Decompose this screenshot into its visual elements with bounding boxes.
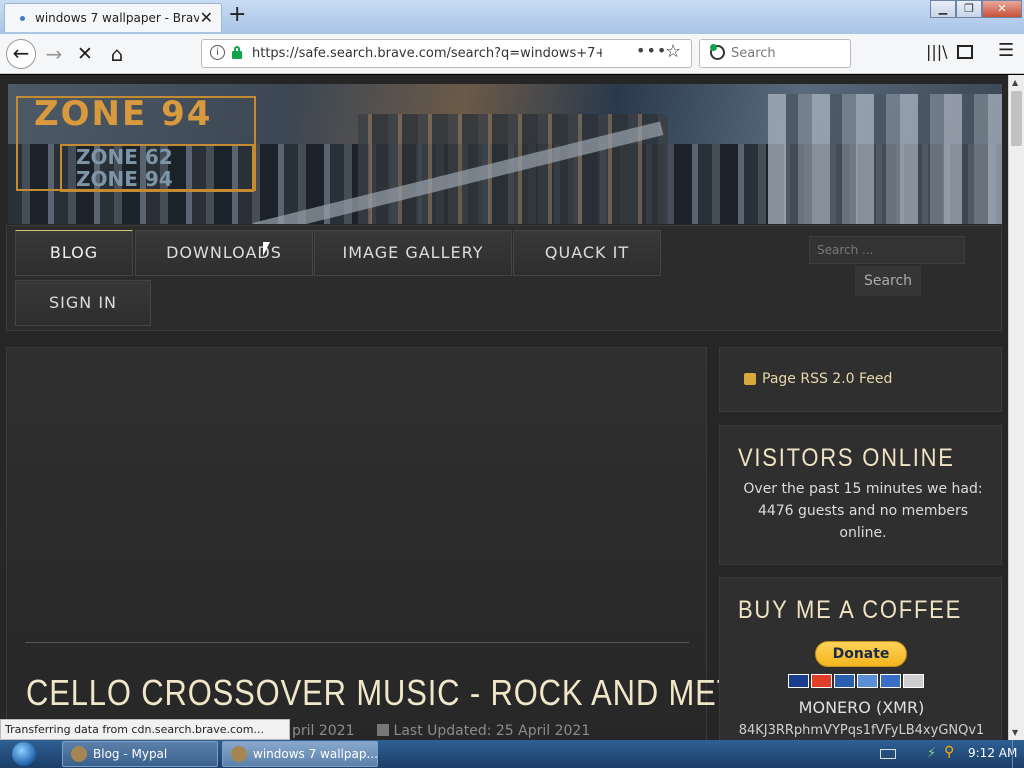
taskbar-item-label: Blog - Mypal [93,747,168,761]
title-bar: windows 7 wallpaper - Brave Se ✕ + ▁ ❐ ✕ [0,0,1024,34]
search-engine-icon [710,44,725,60]
minimize-button[interactable]: ▁ [930,0,956,18]
home-button[interactable]: ⌂ [103,40,131,68]
nav-quack-it[interactable]: QUACK IT [513,230,661,276]
nav-downloads[interactable]: DOWNLOADS [135,230,313,276]
divider [25,642,689,643]
library-icon[interactable]: |||\ [926,42,948,61]
scroll-up-icon[interactable]: ▲ [1012,78,1018,87]
search-tray-icon[interactable]: ⚲ [944,744,954,760]
new-tab-button[interactable]: + [228,2,246,27]
navigation-toolbar: ← → ✕ ⌂ i https://safe.search.brave.com/… [0,34,1024,74]
article-meta: pril 2021 Last Updated: 25 April 2021 [292,723,590,739]
status-bar: Transferring data from cdn.search.brave.… [0,719,290,740]
mypal-icon [71,746,87,762]
monero-label: MONERO (XMR) [798,698,925,717]
taskbar-item-wallpaper[interactable]: windows 7 wallpap... [222,741,378,767]
page-actions-icon[interactable]: ••• [636,41,667,60]
tab-close-icon[interactable]: ✕ [200,8,213,27]
bookmark-star-icon[interactable]: ☆ [665,41,681,62]
menu-icon[interactable]: ☰ [998,40,1014,61]
page-viewport: ZONE 94 ZONE 62 ZONE 94 BLOG DOWNLOADS I… [0,75,1008,740]
monero-address[interactable]: 84KJ3RRphmVYPqs1fVFyLB4xyGNQv1 [720,723,1003,738]
rss-widget: Page RSS 2.0 Feed [719,347,1002,412]
coffee-heading: BUY ME A COFFEE [738,596,963,624]
site-navigation: BLOG DOWNLOADS IMAGE GALLERY QUACK IT SI… [6,225,1002,331]
payment-cards-icon [788,673,926,688]
banner-towers [768,94,1002,224]
article-panel: CELLO CROSSOVER MUSIC - ROCK AND METAL p… [6,347,773,740]
site-banner: ZONE 94 ZONE 62 ZONE 94 [8,84,1002,224]
article-title[interactable]: CELLO CROSSOVER MUSIC - ROCK AND METAL [26,672,774,714]
sidebar-icon[interactable] [957,45,973,59]
nav-blog[interactable]: BLOG [15,230,133,276]
keyboard-icon[interactable] [880,749,896,759]
show-desktop-button[interactable] [1012,740,1024,768]
site-search-input[interactable]: Search ... [809,236,965,264]
nav-sign-in[interactable]: SIGN IN [15,280,151,326]
network-icon[interactable]: ⚡ [927,746,936,761]
maximize-button[interactable]: ❐ [956,0,982,18]
donate-button[interactable]: Donate [815,641,907,667]
last-updated: Last Updated: 25 April 2021 [393,723,591,739]
clock[interactable]: 9:12 AM [968,746,1017,760]
url-text[interactable]: https://safe.search.brave.com/search?q=w… [252,46,602,61]
coffee-widget: BUY ME A COFFEE Donate MONERO (XMR) 84KJ… [719,577,1002,740]
visitors-heading: VISITORS ONLINE [738,444,955,472]
calendar-icon [376,724,389,736]
info-icon[interactable]: i [210,45,225,60]
mouse-cursor-icon [263,242,270,256]
stop-button[interactable]: ✕ [71,40,99,68]
rss-link[interactable]: Page RSS 2.0 Feed [762,371,892,387]
taskbar-item-blog[interactable]: Blog - Mypal [62,741,218,767]
forward-button[interactable]: → [40,40,68,68]
search-bar[interactable]: Search [699,39,851,68]
scroll-thumb[interactable] [1011,91,1022,146]
close-window-button[interactable]: ✕ [982,0,1022,18]
taskbar: Blog - Mypal windows 7 wallpap... ⚡ ⚲ 9:… [0,740,1024,768]
visitors-text: Over the past 15 minutes we had: 4476 gu… [743,481,983,541]
logo-main-text: ZONE 94 [34,94,213,134]
vertical-scrollbar[interactable]: ▲ ▼ [1008,75,1024,740]
windows-orb-icon [12,742,36,766]
published-date: pril 2021 [292,723,355,739]
logo-sub-text: ZONE 62 ZONE 94 [60,144,254,192]
scroll-down-icon[interactable]: ▼ [1012,728,1018,737]
taskbar-item-label: windows 7 wallpap... [253,747,378,761]
browser-tab[interactable]: windows 7 wallpaper - Brave Se ✕ [4,3,222,32]
url-bar[interactable]: i https://safe.search.brave.com/search?q… [201,39,692,68]
tab-loading-icon [20,16,25,21]
tab-title: windows 7 wallpaper - Brave Se [35,11,199,25]
lock-icon [232,46,242,59]
start-button[interactable] [2,740,46,768]
browser-icon [231,746,247,762]
search-placeholder: Search [731,46,776,61]
site-search-button[interactable]: Search [855,266,921,296]
back-button[interactable]: ← [6,39,36,69]
nav-image-gallery[interactable]: IMAGE GALLERY [314,230,512,276]
system-tray: ⚡ ⚲ 9:12 AM [872,740,1024,768]
site-logo[interactable]: ZONE 94 ZONE 62 ZONE 94 [16,94,256,192]
browser-window: windows 7 wallpaper - Brave Se ✕ + ▁ ❐ ✕… [0,0,1024,740]
rss-icon [744,373,756,385]
visitors-widget: VISITORS ONLINE Over the past 15 minutes… [719,425,1002,565]
